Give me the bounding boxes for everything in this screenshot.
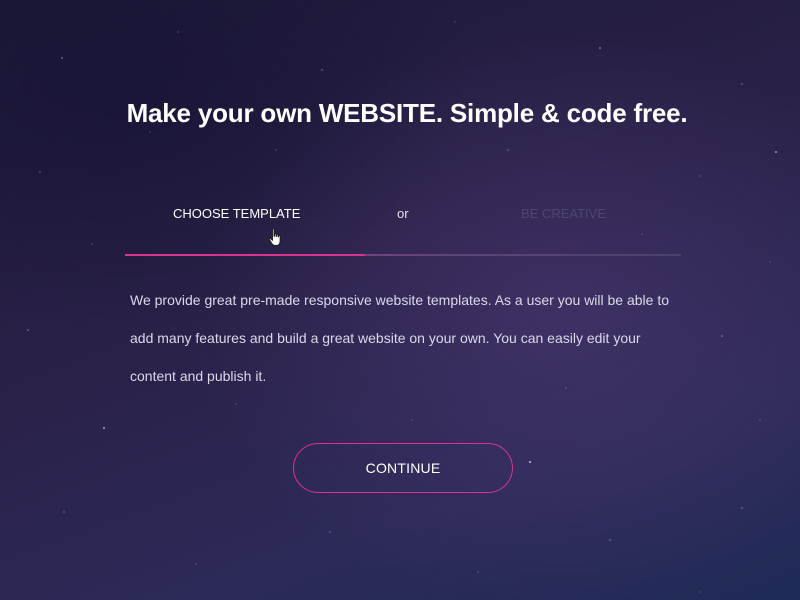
- mode-tabs: CHOOSE TEMPLATE or BE CREATIVE: [125, 196, 681, 256]
- tab-separator: or: [397, 206, 409, 221]
- hand-pointer-icon: [268, 228, 281, 246]
- continue-button[interactable]: CONTINUE: [293, 443, 513, 493]
- description-text: We provide great pre-made responsive web…: [130, 292, 670, 384]
- tab-choose-template[interactable]: CHOOSE TEMPLATE: [173, 206, 300, 221]
- tab-be-creative[interactable]: BE CREATIVE: [521, 206, 606, 221]
- page-title: Make your own WEBSITE. Simple & code fre…: [126, 98, 688, 128]
- tab-active-indicator: [125, 254, 365, 256]
